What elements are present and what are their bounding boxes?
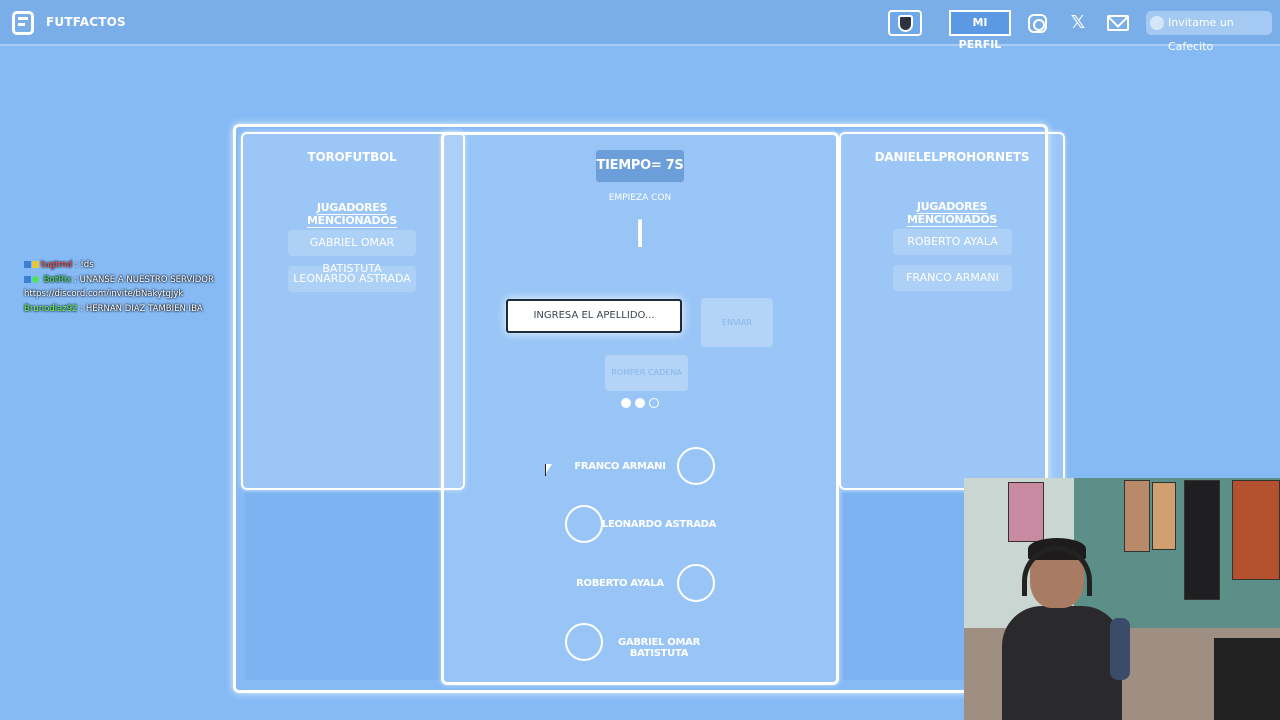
send-button[interactable]: ENVIAR (701, 298, 773, 347)
right-mentioned-title: JUGADORES MENCIONADOS (906, 200, 997, 226)
poster-image (1152, 482, 1176, 550)
chat-message: https://discord.com/invite/bNakytgJyk (24, 287, 214, 302)
chat-text: : UNANSE A NUESTRO SERVIDOR (74, 274, 214, 285)
break-chain-button[interactable]: ROMPER CADENA (605, 355, 688, 391)
chat-message: Brunodiaz92 : HERNAN DIAZ TAMBIEN IBA (24, 302, 214, 317)
chat-message: tugtmd : !ds (24, 258, 214, 273)
right-player-panel (839, 132, 1065, 490)
top-navbar: FUTFACTOS MI PERFIL 𝕏 Invitame un Cafeci… (0, 0, 1280, 53)
chain-avatar-circle (565, 505, 603, 543)
chat-text: : HERNAN DIAZ TAMBIEN IBA (80, 303, 203, 314)
chain-player-name: LEONARDO ASTRADA (601, 519, 717, 530)
streamer-body (1002, 606, 1122, 720)
webcam-overlay (964, 478, 1280, 720)
right-lower-area (843, 492, 964, 680)
right-mentioned-player: FRANCO ARMANI (893, 265, 1012, 291)
monitor (1214, 638, 1280, 720)
left-mentioned-player: GABRIEL OMAR BATISTUTA (288, 230, 416, 275)
left-mentioned-title: JUGADORES MENCIONADOS (306, 201, 397, 227)
right-player-name: DANIELELPROHORNETS (874, 150, 1030, 164)
microphone-icon (1110, 618, 1130, 680)
chat-username: BotRix (43, 274, 72, 285)
shield-icon (898, 15, 913, 32)
team-shield-button[interactable] (888, 10, 922, 36)
chain-player-name: GABRIEL OMAR BATISTUTA (618, 637, 700, 659)
verified-icon (32, 275, 39, 283)
starts-with-label: EMPIEZA CON (608, 193, 672, 203)
poster-image (1124, 480, 1150, 552)
chat-link: https://discord.com/invite/bNakytgJyk (24, 289, 184, 299)
brand-name[interactable]: FUTFACTOS (46, 15, 126, 29)
chain-avatar-circle (677, 447, 715, 485)
chain-player-name: FRANCO ARMANI (574, 461, 666, 472)
poster-image (1232, 480, 1280, 580)
stream-chat-overlay: tugtmd : !ds BotRix : UNANSE A NUESTRO S… (24, 258, 214, 316)
chat-text: : !ds (74, 260, 94, 270)
chat-message: BotRix : UNANSE A NUESTRO SERVIDOR (24, 273, 214, 288)
mouse-cursor-icon (545, 464, 552, 476)
right-mentioned-player: ROBERTO AYALA (893, 229, 1012, 255)
left-mentioned-player: LEONARDO ASTRADA (288, 266, 416, 292)
futfactos-logo-icon[interactable] (12, 11, 34, 35)
chat-username: tugtmd (41, 260, 73, 270)
surname-input[interactable]: INGRESA EL APELLIDO... (506, 299, 682, 333)
timer-badge: TIEMPO= 7S (596, 150, 684, 182)
profile-button[interactable]: MI PERFIL (949, 10, 1011, 51)
coffee-donate-button[interactable]: Invitame un Cafecito (1146, 11, 1272, 53)
life-indicator-filled (621, 398, 631, 408)
life-indicator-empty (649, 398, 659, 408)
chain-avatar-circle (677, 564, 715, 602)
life-indicator-filled (635, 398, 645, 408)
chain-player-name: ROBERTO AYALA (576, 578, 664, 589)
starting-letter: I (634, 212, 646, 256)
badge-icon (24, 275, 31, 283)
poster-image (1008, 482, 1044, 542)
mail-icon[interactable] (1107, 15, 1129, 31)
badge-icon (32, 261, 39, 268)
instagram-icon[interactable] (1028, 14, 1047, 33)
badge-icon (24, 261, 31, 268)
dark-doorway (1184, 480, 1220, 600)
x-twitter-icon[interactable]: 𝕏 (1067, 12, 1089, 34)
left-lower-area (245, 492, 441, 680)
left-player-name: TOROFUTBOL (307, 150, 397, 164)
chain-avatar-circle (565, 623, 603, 661)
chat-username: Brunodiaz92 (24, 303, 78, 314)
left-player-panel (241, 132, 465, 490)
